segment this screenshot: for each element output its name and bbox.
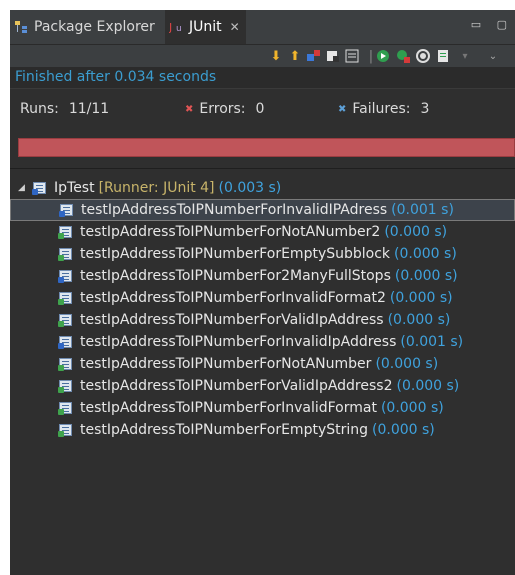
test-row[interactable]: testIpAddressToIPNumberForInvalidIpAddre… bbox=[10, 331, 515, 353]
test-suite-failure-icon bbox=[32, 181, 48, 195]
runner-label: [Runner: JUnit 4] bbox=[98, 180, 215, 196]
test-pass-icon bbox=[58, 291, 74, 305]
test-pass-icon bbox=[58, 379, 74, 393]
test-name: testIpAddressToIPNumberForValidIpAddress… bbox=[80, 378, 393, 394]
svg-text:J: J bbox=[169, 21, 172, 34]
test-time: (0.001 s) bbox=[391, 202, 454, 218]
runs-value: 11/11 bbox=[68, 101, 110, 117]
test-time: (0.000 s) bbox=[394, 268, 458, 284]
test-row[interactable]: testIpAddressToIPNumberForInvalidFormat(… bbox=[10, 397, 515, 419]
errors-label: Errors: bbox=[199, 101, 246, 117]
junit-icon: J u bbox=[168, 20, 185, 34]
test-time: (0.000 s) bbox=[387, 312, 451, 328]
test-run-history-icon[interactable] bbox=[435, 48, 451, 64]
tab-package-explorer[interactable]: Package Explorer bbox=[10, 10, 155, 44]
test-time: (0.000 s) bbox=[389, 290, 453, 306]
test-row[interactable]: testIpAddressToIPNumberForEmptySubblock(… bbox=[10, 243, 515, 265]
test-failure-icon bbox=[58, 269, 74, 283]
junit-view: Package Explorer J u JUnit ✕ ▭ ▢ ⬇ ⬆ | ▾… bbox=[10, 10, 515, 575]
test-time: (0.000 s) bbox=[372, 422, 435, 438]
test-time: (0.000 s) bbox=[380, 400, 444, 416]
test-time: (0.000 s) bbox=[384, 224, 448, 240]
junit-toolbar: ⬇ ⬆ | ▾ ⌄ bbox=[10, 45, 515, 67]
finished-status: Finished after 0.034 seconds bbox=[10, 67, 515, 89]
test-name: testIpAddressToIPNumberForInvalidFormat2 bbox=[80, 290, 386, 306]
tree-root-iptest[interactable]: ◢ IpTest [Runner: JUnit 4] (0.003 s) bbox=[10, 177, 515, 199]
errors-counter: ✖ Errors: 0 bbox=[185, 101, 264, 117]
test-name: testIpAddressToIPNumberForInvalidIPAdres… bbox=[81, 202, 388, 218]
tab-label: JUnit bbox=[189, 19, 222, 35]
next-failure-icon[interactable]: ⬇ bbox=[268, 48, 284, 64]
package-explorer-icon bbox=[14, 20, 30, 34]
test-pass-icon bbox=[58, 225, 74, 239]
test-row[interactable]: testIpAddressToIPNumberForNotANumber2 (0.… bbox=[10, 221, 515, 243]
test-failure-icon bbox=[59, 203, 75, 217]
test-name: testIpAddressToIPNumberForNotANumber2 bbox=[80, 224, 381, 240]
progress-bar bbox=[18, 138, 515, 157]
test-failure-icon bbox=[58, 335, 74, 349]
scroll-lock-icon[interactable] bbox=[325, 48, 341, 64]
test-time: (0.000 s) bbox=[394, 246, 457, 262]
test-time: (0.000 s) bbox=[396, 378, 460, 394]
test-name: testIpAddressToIPNumberFor2ManyFullStops bbox=[80, 268, 391, 284]
rerun-failures-first-icon[interactable] bbox=[395, 48, 411, 64]
failures-value: 3 bbox=[420, 101, 430, 117]
stop-icon[interactable] bbox=[415, 48, 431, 64]
history-dropdown-icon[interactable]: ▾ bbox=[457, 48, 473, 64]
test-counters: Runs: 11/11 ✖ Errors: 0 ✖ Failures: 3 bbox=[10, 89, 515, 131]
previous-failure-icon[interactable]: ⬆ bbox=[287, 48, 303, 64]
svg-text:u: u bbox=[176, 24, 182, 34]
test-row[interactable]: testIpAddressToIPNumberForInvalidIPAdres… bbox=[10, 199, 515, 221]
test-row[interactable]: testIpAddressToIPNumberForEmptyString (0.… bbox=[10, 419, 515, 441]
test-name: testIpAddressToIPNumberForEmptySubblock bbox=[80, 246, 391, 262]
failures-counter: ✖ Failures: 3 bbox=[338, 101, 429, 117]
minimize-maximize-controls[interactable]: ▭ ▢ bbox=[471, 18, 513, 31]
tab-label: Package Explorer bbox=[34, 19, 155, 35]
rerun-test-icon[interactable] bbox=[375, 48, 391, 64]
runs-counter: Runs: 11/11 bbox=[20, 101, 109, 117]
test-row[interactable]: testIpAddressToIPNumberForValidIpAddress… bbox=[10, 375, 515, 397]
failure-icon: ✖ bbox=[338, 103, 347, 115]
history-icon[interactable] bbox=[344, 48, 360, 64]
test-pass-icon bbox=[58, 313, 74, 327]
test-tree: ◢ IpTest [Runner: JUnit 4] (0.003 s) tes… bbox=[10, 168, 515, 575]
test-name: testIpAddressToIPNumberForEmptyString bbox=[80, 422, 369, 438]
errors-value: 0 bbox=[255, 101, 265, 117]
test-name: testIpAddressToIPNumberForInvalidFormat bbox=[80, 400, 377, 416]
test-name: testIpAddressToIPNumberForInvalidIpAddre… bbox=[80, 334, 397, 350]
test-row[interactable]: testIpAddressToIPNumberForInvalidFormat2… bbox=[10, 287, 515, 309]
suite-time: (0.003 s) bbox=[218, 180, 282, 196]
close-icon[interactable]: ✕ bbox=[230, 20, 240, 34]
test-time: (0.000 s) bbox=[375, 356, 439, 372]
error-icon: ✖ bbox=[185, 103, 194, 115]
test-pass-icon bbox=[58, 423, 74, 437]
view-menu-icon[interactable]: ⌄ bbox=[485, 48, 501, 64]
test-name: testIpAddressToIPNumberForValidIpAddress bbox=[80, 312, 384, 328]
failures-label: Failures: bbox=[352, 101, 411, 117]
test-pass-icon bbox=[58, 247, 74, 261]
test-pass-icon bbox=[58, 357, 74, 371]
test-pass-icon bbox=[58, 401, 74, 415]
test-time: (0.001 s) bbox=[400, 334, 464, 350]
suite-name: IpTest bbox=[54, 180, 95, 196]
test-row[interactable]: testIpAddressToIPNumberForNotANumber (0.0… bbox=[10, 353, 515, 375]
tab-junit[interactable]: J u JUnit ✕ bbox=[165, 10, 246, 44]
view-tab-bar: Package Explorer J u JUnit ✕ ▭ ▢ bbox=[10, 10, 515, 45]
expand-triangle-icon[interactable]: ◢ bbox=[18, 183, 28, 193]
test-row[interactable]: testIpAddressToIPNumberForValidIpAddress… bbox=[10, 309, 515, 331]
test-name: testIpAddressToIPNumberForNotANumber bbox=[80, 356, 372, 372]
test-row[interactable]: testIpAddressToIPNumberFor2ManyFullStops… bbox=[10, 265, 515, 287]
runs-label: Runs: bbox=[20, 101, 59, 117]
show-failures-only-icon[interactable] bbox=[306, 48, 322, 64]
